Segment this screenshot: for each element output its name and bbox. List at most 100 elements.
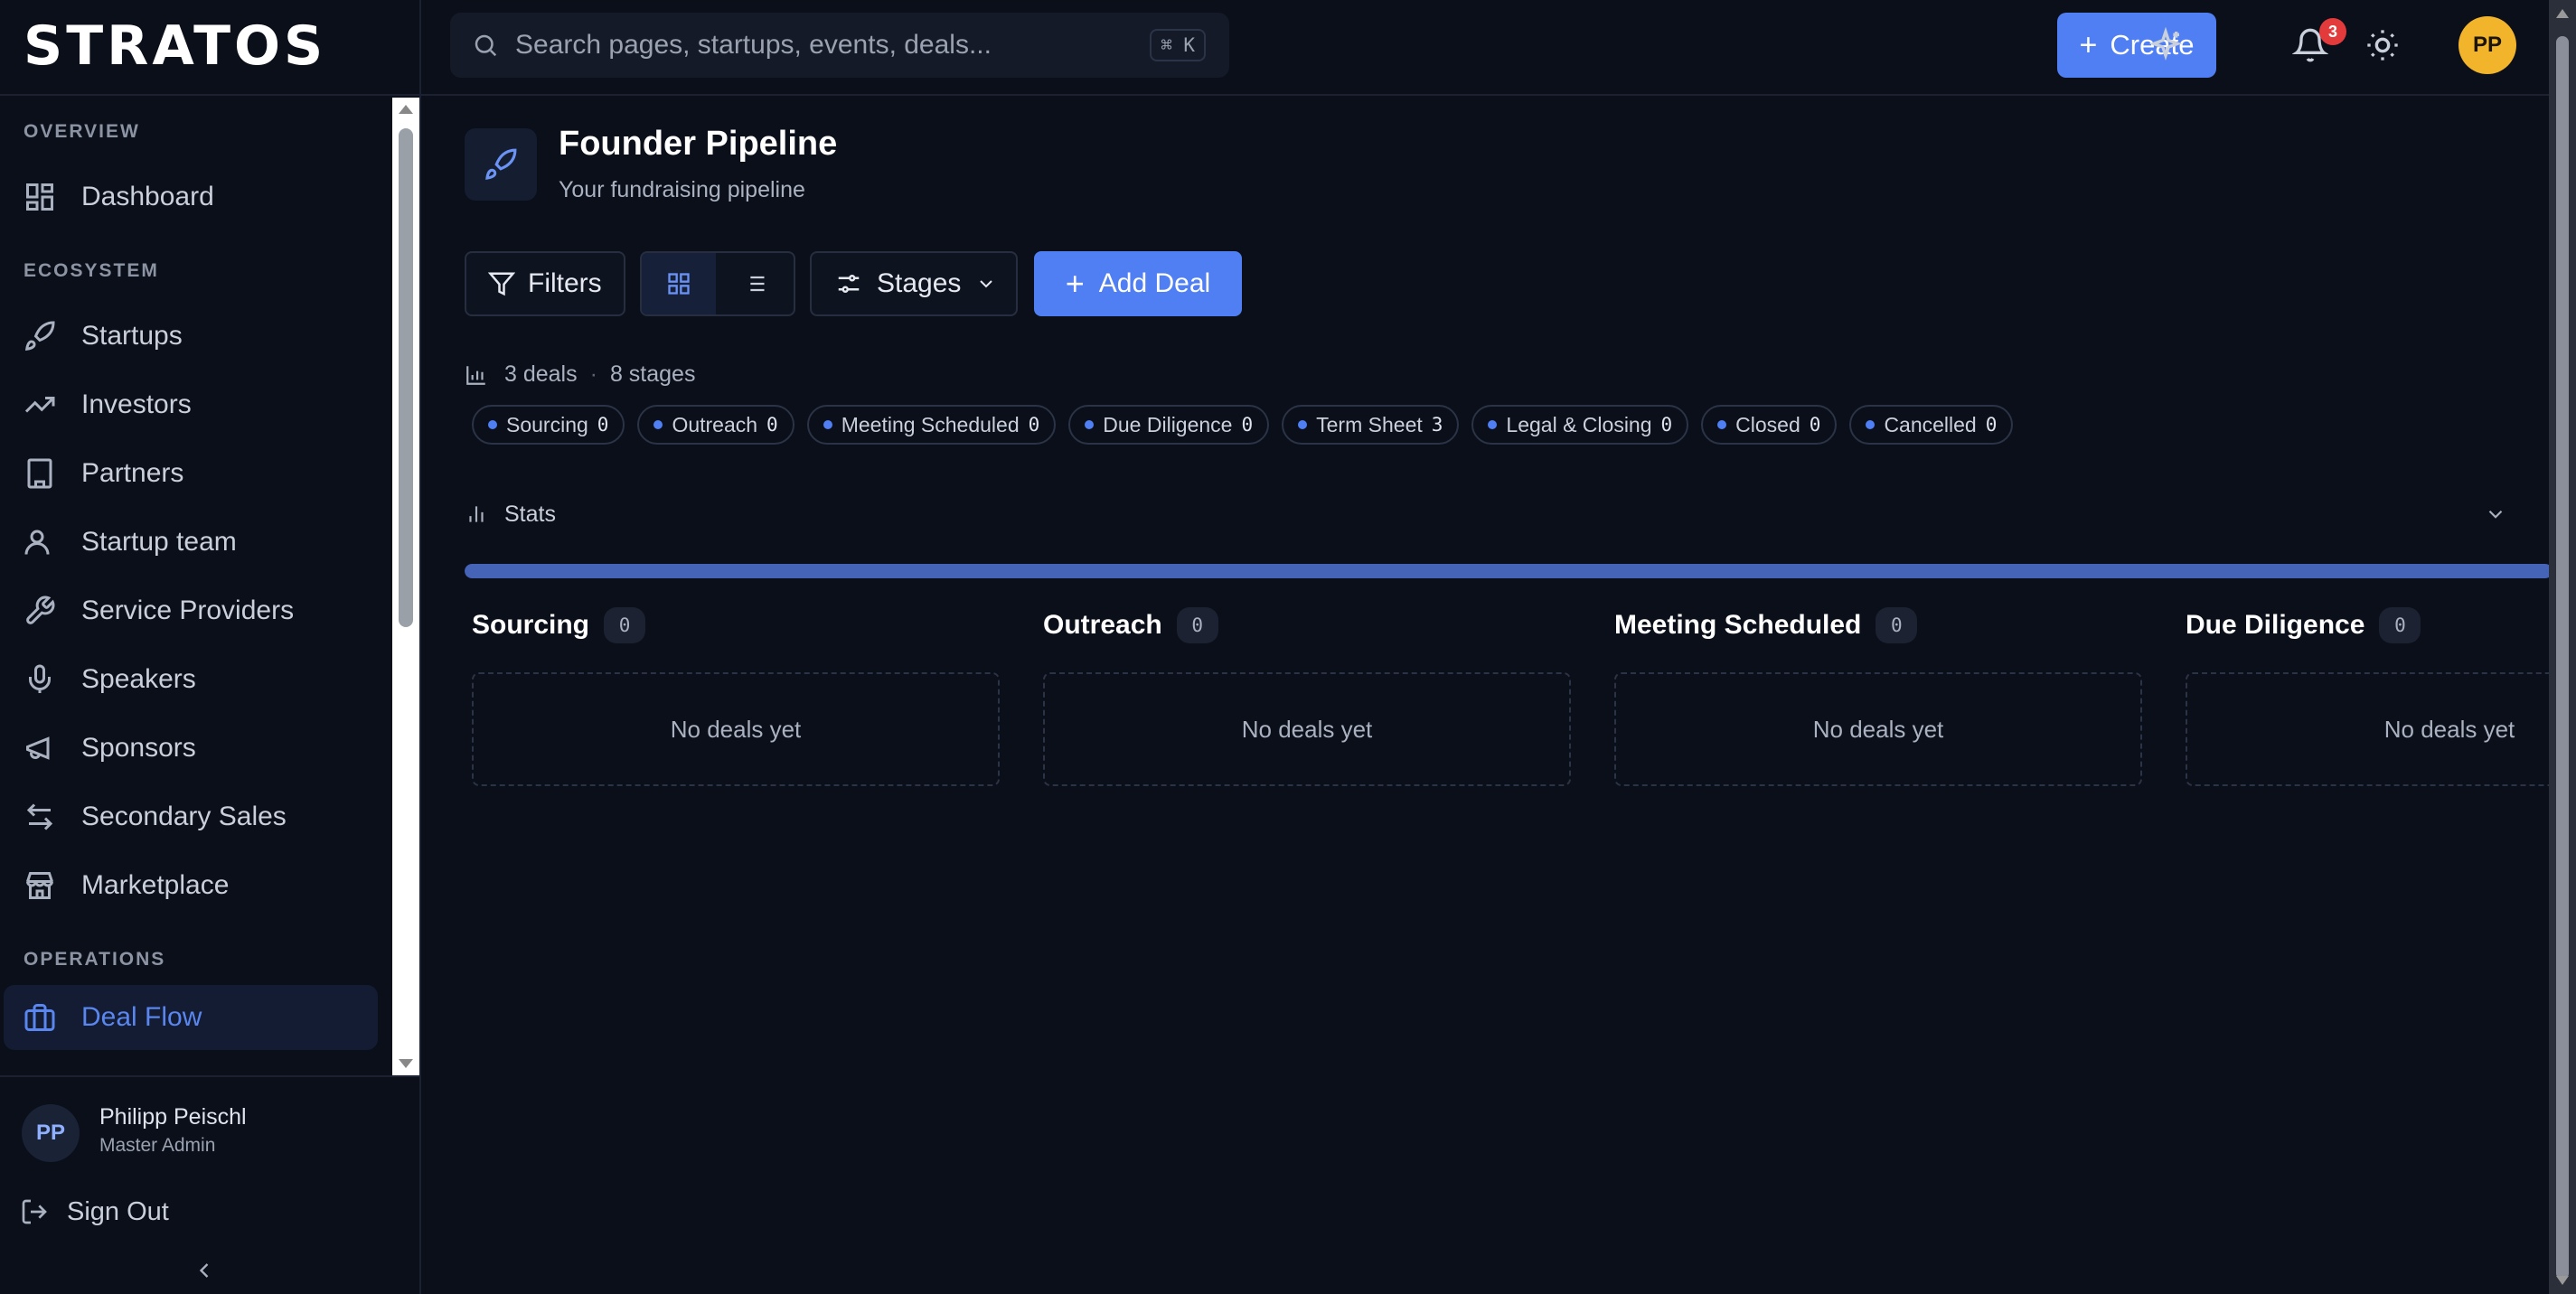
grid-view-button[interactable] (642, 253, 716, 314)
rocket-icon (485, 148, 517, 180)
pipeline-progress-bar (465, 564, 2549, 578)
user-role: Master Admin (99, 1135, 216, 1156)
stage-dot (653, 420, 663, 429)
scroll-up-arrow-icon[interactable] (399, 105, 413, 114)
sidebar-scroll-thumb[interactable] (399, 128, 413, 627)
user-avatar-button[interactable]: PP (2458, 16, 2516, 74)
topbar: ⌘ K + Create 3 PP (421, 0, 2549, 96)
sidebar-item-investors[interactable]: Investors (4, 372, 378, 437)
nav-section-overview: OVERVIEW (24, 121, 140, 142)
column-count: 0 (1176, 607, 1218, 643)
sidebar-item-secondary-sales[interactable]: Secondary Sales (4, 784, 378, 849)
stage-pill-meeting-scheduled[interactable]: Meeting Scheduled 0 (806, 405, 1057, 445)
stage-pill-label: Legal & Closing (1506, 412, 1652, 436)
sidebar-item-startup-team[interactable]: Startup team (4, 510, 378, 575)
sidebar-item-service-providers[interactable]: Service Providers (4, 578, 378, 643)
sidebar-item-marketplace[interactable]: Marketplace (4, 853, 378, 918)
page-title: Founder Pipeline (559, 125, 838, 163)
sidebar-item-startups[interactable]: Startups (4, 304, 378, 369)
sidebar-item-sponsors[interactable]: Sponsors (4, 716, 378, 781)
stage-dot (823, 420, 832, 429)
sparkles-icon[interactable] (2148, 27, 2184, 63)
filters-button[interactable]: Filters (465, 251, 625, 316)
avatar[interactable]: PP (22, 1104, 80, 1162)
column-empty-dropzone[interactable]: No deals yet (1614, 672, 2142, 786)
sidebar-item-partners[interactable]: Partners (4, 441, 378, 506)
stage-pill-count: 0 (597, 414, 609, 436)
stage-pill-label: Sourcing (506, 412, 588, 436)
logo-bar: STRATOS (0, 0, 419, 96)
filters-label: Filters (528, 268, 602, 298)
kanban-column-outreach: Outreach 0 No deals yet (1043, 593, 1573, 786)
column-title: Due Diligence (2186, 610, 2365, 640)
sidebar-item-label: Investors (81, 389, 192, 419)
column-empty-dropzone[interactable]: No deals yet (472, 672, 1000, 786)
scroll-down-arrow-icon[interactable] (399, 1059, 413, 1068)
stage-pill-count: 0 (1660, 414, 1673, 436)
search-input[interactable] (515, 30, 1151, 61)
plus-icon: + (1065, 265, 1085, 302)
page-scrollbar[interactable] (2549, 0, 2576, 1294)
chevron-left-icon[interactable] (192, 1258, 217, 1283)
view-toggle (640, 251, 795, 316)
stages-count: 8 stages (609, 361, 696, 387)
stage-pill-count: 3 (1431, 414, 1443, 436)
stage-pill-outreach[interactable]: Outreach 0 (637, 405, 794, 445)
sign-out-button[interactable]: Sign Out (20, 1191, 169, 1233)
stage-pill-label: Term Sheet (1316, 412, 1423, 436)
stage-dot (488, 420, 497, 429)
list-icon (745, 276, 765, 292)
stage-dot (1717, 420, 1727, 429)
pipeline-summary: 3 deals · 8 stages (465, 361, 695, 388)
column-empty-dropzone[interactable]: No deals yet (2186, 672, 2549, 786)
deals-count: 3 deals (504, 361, 578, 387)
column-header: Sourcing 0 (472, 593, 1001, 658)
page-scroll-thumb[interactable] (2556, 36, 2569, 1280)
stage-pill-cancelled[interactable]: Cancelled 0 (1849, 405, 2014, 445)
create-button[interactable]: + Create (2057, 13, 2216, 78)
scroll-up-arrow-icon[interactable] (2556, 9, 2569, 18)
store-icon (26, 872, 53, 899)
sidebar-item-label: Service Providers (81, 595, 295, 625)
add-deal-button[interactable]: + Add Deal (1034, 251, 1242, 316)
stage-pill-due-diligence[interactable]: Due Diligence 0 (1068, 405, 1270, 445)
grid-icon (668, 273, 690, 295)
stage-pills: Sourcing 0 Outreach 0 Meeting Scheduled 0 D… (472, 405, 2014, 445)
sidebar-item-dashboard[interactable]: Dashboard (4, 164, 378, 230)
column-count: 0 (1876, 607, 1918, 643)
sun-icon[interactable] (2364, 27, 2401, 63)
stage-pill-count: 0 (766, 414, 778, 436)
stats-label: Stats (504, 501, 556, 527)
column-empty-dropzone[interactable]: No deals yet (1043, 672, 1571, 786)
stage-pill-closed[interactable]: Closed 0 (1701, 405, 1838, 445)
stats-toggle[interactable]: Stats (465, 483, 2525, 546)
page-subtitle: Your fundraising pipeline (559, 177, 805, 202)
rocket-icon (24, 321, 55, 352)
stage-dot (1488, 420, 1498, 429)
scroll-down-arrow-icon[interactable] (2556, 1276, 2569, 1285)
sidebar-item-label: Deal Flow (81, 1002, 202, 1032)
brand-logo[interactable]: STRATOS (24, 14, 326, 78)
search-box[interactable]: ⌘ K (450, 13, 1229, 78)
list-view-button[interactable] (716, 253, 794, 314)
trending-up-icon (24, 397, 55, 413)
sidebar-item-speakers[interactable]: Speakers (4, 647, 378, 712)
stages-dropdown[interactable]: Stages (810, 251, 1018, 316)
pipeline-progress-fill (465, 564, 2549, 578)
sidebar-scrollbar[interactable] (392, 98, 419, 1075)
stage-pill-term-sheet[interactable]: Term Sheet 3 (1282, 405, 1460, 445)
sidebar-item-deal-flow[interactable]: Deal Flow (4, 985, 378, 1050)
column-header: Meeting Scheduled 0 (1614, 593, 2144, 658)
filter-icon (488, 272, 515, 296)
sidebar-item-label: Sponsors (81, 733, 196, 763)
nav-section-ecosystem: ECOSYSTEM (24, 260, 159, 281)
stage-pill-count: 0 (1985, 414, 1998, 436)
stage-dot (1085, 420, 1095, 429)
add-deal-label: Add Deal (1098, 268, 1211, 298)
sidebar: STRATOS OVERVIEW Dashboard ECOSYSTEM Sta… (0, 0, 421, 1294)
stage-pill-legal-closing[interactable]: Legal & Closing 0 (1471, 405, 1689, 445)
user-icon (24, 530, 50, 555)
stage-pill-sourcing[interactable]: Sourcing 0 (472, 405, 625, 445)
stage-pill-label: Cancelled (1884, 412, 1977, 436)
swap-icon (26, 803, 53, 830)
